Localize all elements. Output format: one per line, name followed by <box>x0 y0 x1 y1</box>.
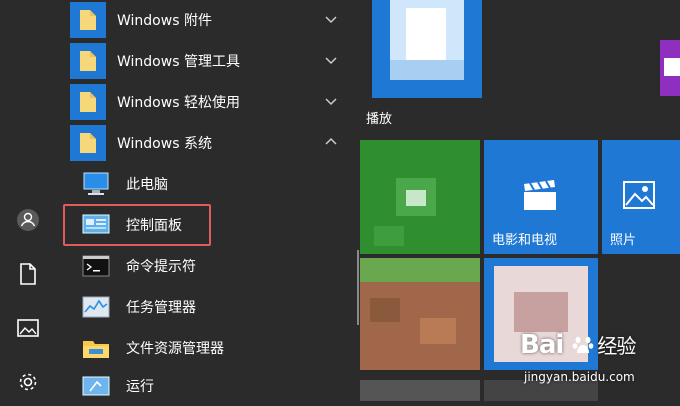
baidu-url: jingyan.baidu.com <box>524 370 635 384</box>
this-pc-icon <box>80 168 112 200</box>
folder-icon <box>70 43 106 79</box>
chevron-down-icon[interactable] <box>324 94 338 108</box>
app-list: Windows 附件 Windows 管理工具 Windows 轻松使用 Win… <box>56 0 354 401</box>
folder-icon <box>70 84 106 120</box>
folder-windows-accessories[interactable]: Windows 附件 <box>56 0 354 40</box>
tile-green-blurred[interactable] <box>360 140 480 254</box>
document-icon[interactable] <box>12 258 44 290</box>
tile-minecraft-blurred[interactable] <box>360 258 480 370</box>
baidu-logo: Bai 经验 <box>520 330 636 360</box>
app-item-run[interactable]: 运行 <box>56 366 354 406</box>
folder-icon <box>70 2 106 38</box>
folder-label: Windows 管理工具 <box>117 54 240 70</box>
folder-label: Windows 轻松使用 <box>117 95 240 111</box>
tile-group-label: 播放 <box>366 112 393 127</box>
paw-icon <box>573 336 594 353</box>
chevron-down-icon[interactable] <box>324 12 338 26</box>
folder-windows-system[interactable]: Windows 系统 <box>56 123 354 163</box>
folder-icon <box>70 125 106 161</box>
tile-blurred-top[interactable] <box>372 0 482 98</box>
start-left-rail <box>0 0 56 401</box>
app-label: 命令提示符 <box>126 259 196 275</box>
tile-photos[interactable]: 照片 <box>602 140 680 254</box>
task-manager-icon <box>80 291 112 323</box>
tile-label: 照片 <box>610 233 637 248</box>
chevron-down-icon[interactable] <box>324 53 338 67</box>
pictures-icon[interactable] <box>12 312 44 344</box>
highlight-box <box>63 204 211 246</box>
user-icon[interactable] <box>12 204 44 236</box>
tile-movies-tv[interactable]: 电影和电视 <box>484 140 598 254</box>
app-item-task-manager[interactable]: 任务管理器 <box>56 287 354 327</box>
photos-icon <box>623 181 655 209</box>
tile-label: 电影和电视 <box>492 233 558 248</box>
app-item-this-pc[interactable]: 此电脑 <box>56 164 354 204</box>
app-label: 运行 <box>126 379 154 395</box>
scrollbar[interactable] <box>357 250 359 325</box>
folder-windows-admin-tools[interactable]: Windows 管理工具 <box>56 41 354 81</box>
settings-icon[interactable] <box>12 366 44 398</box>
app-item-command-prompt[interactable]: 命令提示符 <box>56 246 354 286</box>
app-label: 任务管理器 <box>126 300 196 316</box>
clapperboard-icon <box>524 180 556 210</box>
file-explorer-icon <box>80 332 112 364</box>
app-item-file-explorer[interactable]: 文件资源管理器 <box>56 328 354 368</box>
tile-purple-partial[interactable] <box>660 40 680 96</box>
folder-windows-ease-of-access[interactable]: Windows 轻松使用 <box>56 82 354 122</box>
app-label: 文件资源管理器 <box>126 341 224 357</box>
run-icon <box>80 370 112 402</box>
chevron-up-icon[interactable] <box>324 135 338 149</box>
folder-label: Windows 附件 <box>117 13 212 29</box>
command-prompt-icon <box>80 250 112 282</box>
baidu-watermark: Bai 经验 jingyan.baidu.com <box>520 330 680 390</box>
folder-label: Windows 系统 <box>117 136 212 152</box>
tile-partial-bottom[interactable] <box>360 380 480 401</box>
app-label: 此电脑 <box>126 177 168 193</box>
